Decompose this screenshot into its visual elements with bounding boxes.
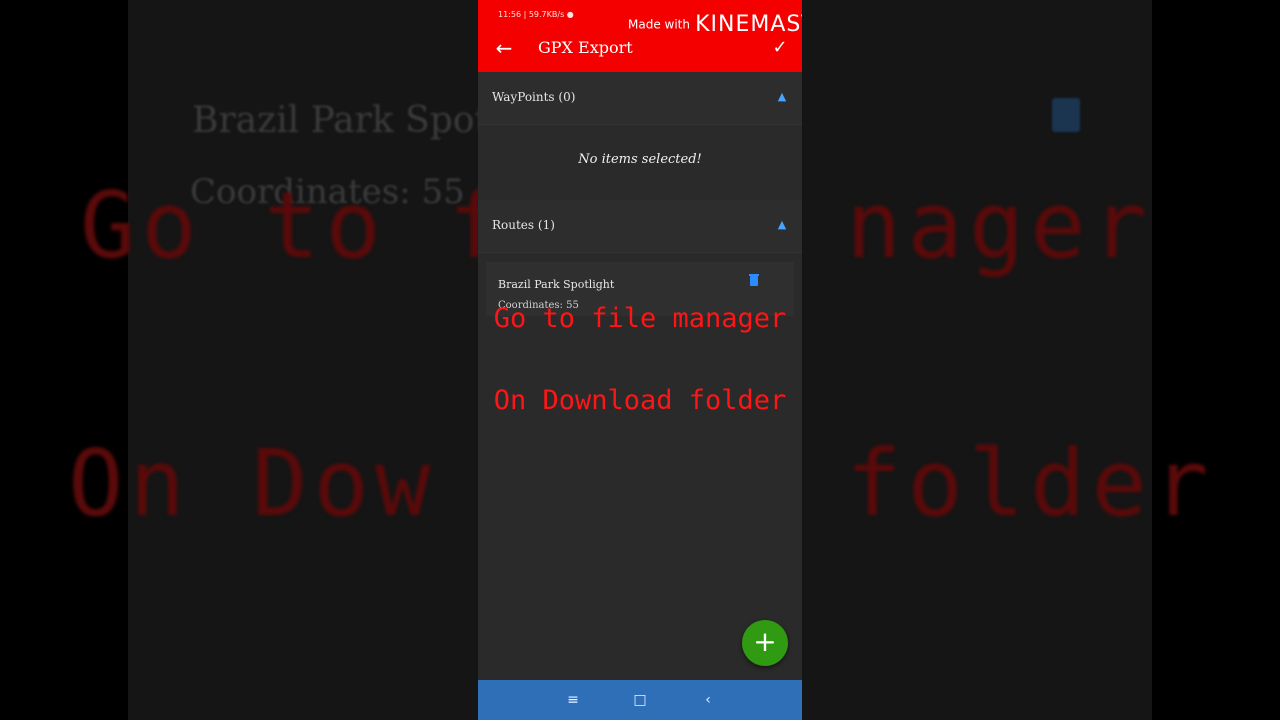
page-title: GPX Export — [538, 38, 633, 57]
bg-caption-2-right: folder — [846, 430, 1215, 537]
system-nav-bar: ≡ □ ‹ — [478, 680, 802, 720]
bg-caption-1: Go to f — [80, 172, 510, 279]
home-icon[interactable]: □ — [630, 690, 650, 710]
app-bar: 11:56 | 59.7KB/s ● Made with KINEMASTER … — [478, 0, 802, 72]
bg-route-name: Brazil Park Spotl — [192, 100, 501, 141]
kinemaster-watermark: Made with KINEMASTER — [628, 12, 802, 37]
route-name: Brazil Park Spotlight — [498, 278, 615, 291]
waypoints-section-header[interactable]: WayPoints (0) ▲ — [478, 72, 802, 125]
add-button[interactable]: + — [742, 620, 788, 666]
video-caption-line-1: Go to file manager — [493, 303, 787, 334]
back-nav-icon[interactable]: ‹ — [698, 690, 718, 710]
waypoints-label: WayPoints (0) — [492, 90, 576, 104]
chevron-up-icon[interactable]: ▲ — [776, 218, 788, 231]
bg-caption-2: On Dow — [68, 430, 437, 537]
bg-trash-icon — [1052, 98, 1080, 132]
arrow-back-icon[interactable]: ← — [492, 36, 516, 60]
bg-caption-1-right: nager — [846, 172, 1153, 279]
chevron-up-icon[interactable]: ▲ — [776, 90, 788, 103]
routes-section-header[interactable]: Routes (1) ▲ — [478, 200, 802, 253]
check-icon[interactable]: ✓ — [768, 36, 792, 60]
status-bar-text: 11:56 | 59.7KB/s ● — [498, 10, 574, 19]
phone-screen: 11:56 | 59.7KB/s ● Made with KINEMASTER … — [478, 0, 802, 720]
empty-waypoints-text: No items selected! — [578, 152, 702, 167]
video-caption-line-2: On Download folder — [493, 385, 787, 416]
watermark-brand: KINEMASTER — [695, 12, 802, 37]
watermark-made-with: Made with — [628, 17, 690, 32]
recent-apps-icon[interactable]: ≡ — [563, 690, 583, 710]
routes-label: Routes (1) — [492, 218, 555, 232]
trash-icon[interactable] — [749, 274, 759, 286]
